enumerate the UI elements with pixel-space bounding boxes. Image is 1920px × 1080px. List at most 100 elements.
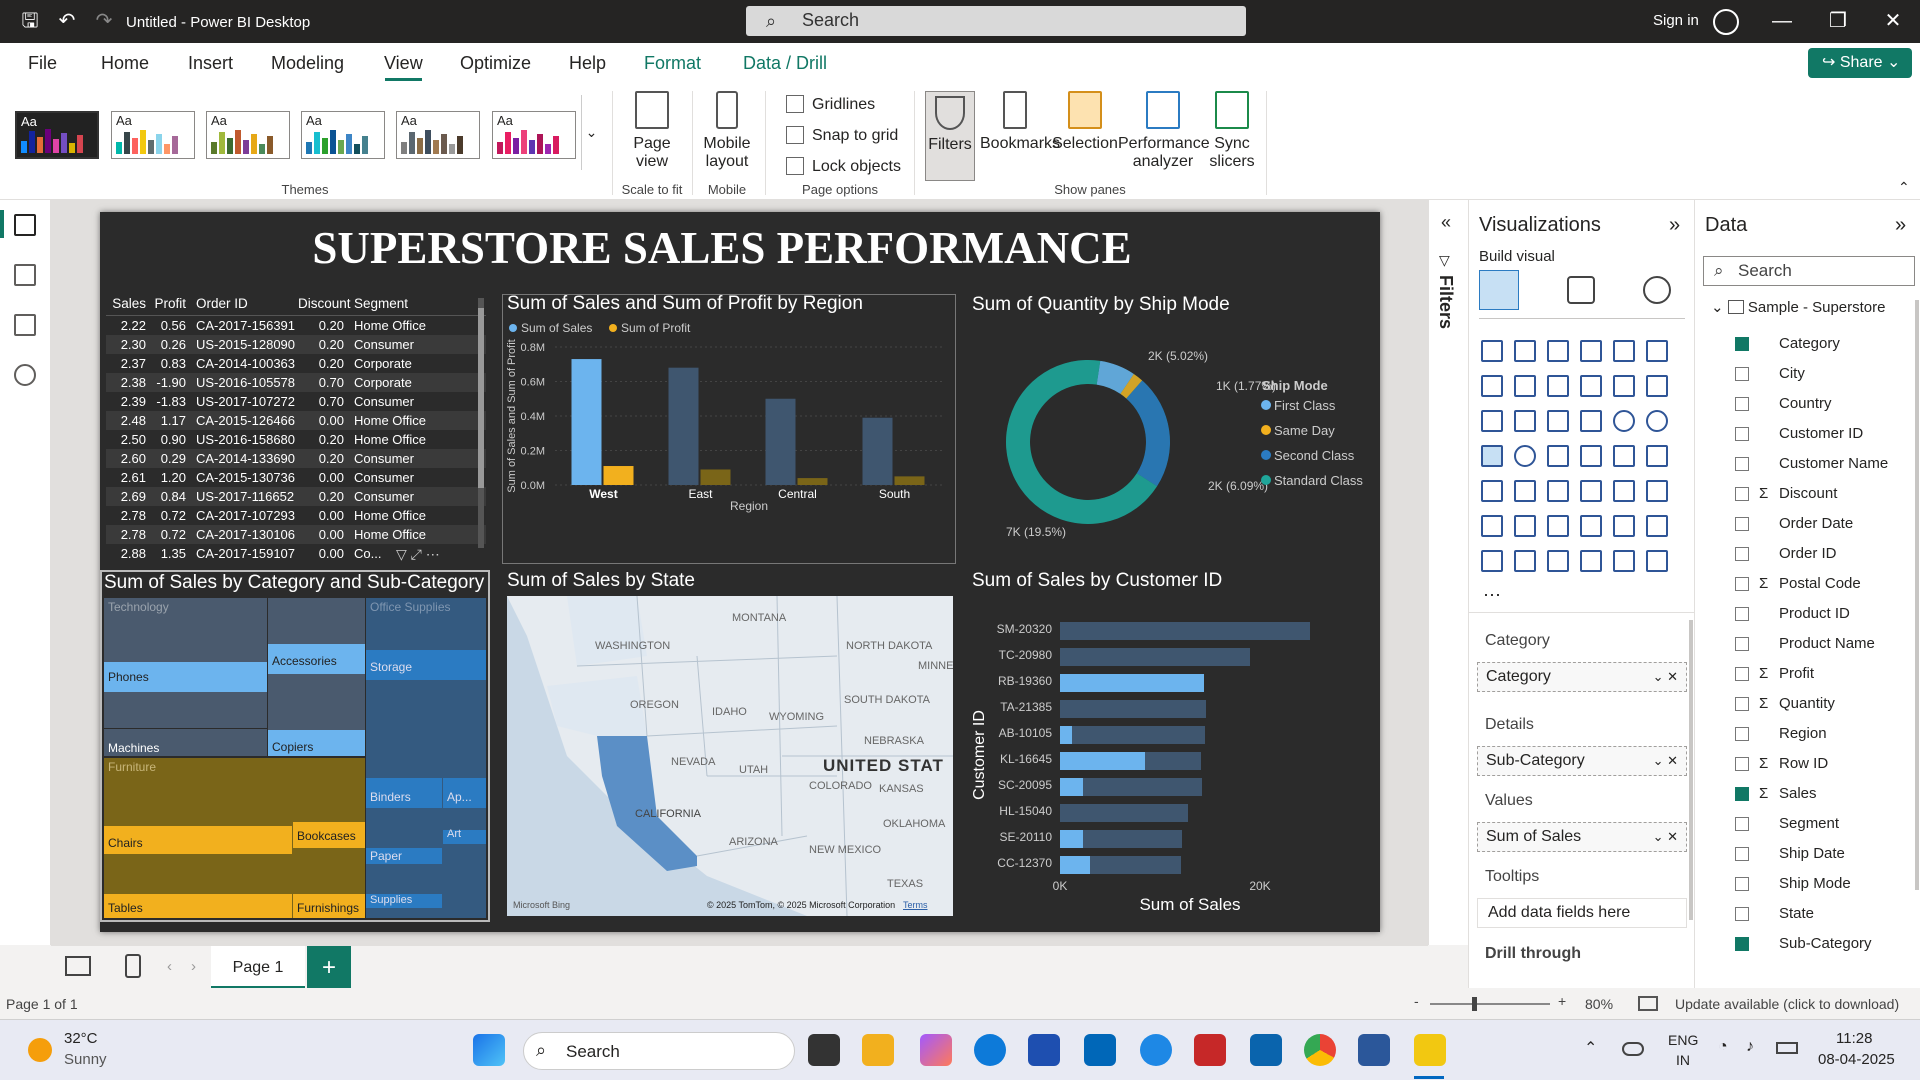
page-tab-1[interactable]: Page 1 — [211, 946, 305, 989]
chrome-icon[interactable] — [1304, 1034, 1336, 1066]
field-checkbox[interactable] — [1735, 487, 1749, 501]
diamond-icon[interactable] — [1613, 550, 1635, 572]
treemap-cell-copiers[interactable]: Copiers — [268, 730, 365, 756]
maximize-icon[interactable]: ❐ — [1818, 8, 1858, 34]
field-checkbox[interactable] — [1735, 577, 1749, 591]
paginated-icon[interactable] — [1481, 550, 1503, 572]
table-row[interactable]: 2.60 0.29 CA-2014-133690 0.20 Consumer — [106, 449, 486, 468]
menu-modeling[interactable]: Modeling — [271, 53, 344, 74]
theme-4[interactable]: Aa — [301, 111, 385, 159]
stacked-area-icon[interactable] — [1547, 375, 1569, 397]
line-column-icon[interactable] — [1613, 375, 1635, 397]
ship-mode-donut[interactable]: Sum of Quantity by Ship Mode 2K (5.02%) 1… — [970, 294, 1390, 564]
field-checkbox[interactable] — [1735, 817, 1749, 831]
collapse-visualizations-icon[interactable]: » — [1669, 214, 1680, 237]
line-chart-icon[interactable] — [1481, 375, 1503, 397]
theme-default[interactable]: Aa — [15, 111, 99, 159]
field-checkbox[interactable] — [1735, 337, 1749, 351]
treemap-cell-office-supplies[interactable]: Office Supplies — [366, 598, 486, 918]
dax-query-icon[interactable] — [14, 364, 36, 386]
theme-3[interactable]: Aa — [206, 111, 290, 159]
custom-visual-icon[interactable] — [1580, 550, 1602, 572]
table-row[interactable]: 2.38 -1.90 US-2016-105578 0.70 Corporate — [106, 373, 486, 392]
clock-date[interactable]: 08-04-2025 — [1818, 1051, 1895, 1068]
well-field-values[interactable]: Sum of Sales ⌄ ✕ — [1477, 822, 1687, 852]
customer-bar-chart[interactable]: Sum of Sales by Customer ID SM-20320 TC-2… — [970, 570, 1380, 922]
add-page-button[interactable]: + — [307, 946, 351, 989]
save-icon[interactable]: 🖫 — [18, 9, 42, 33]
close-icon[interactable]: ✕ — [1873, 8, 1913, 34]
page-view-button[interactable]: Page view — [622, 91, 682, 171]
collapse-data-icon[interactable]: » — [1895, 214, 1906, 237]
model-view-icon[interactable] — [14, 314, 36, 336]
more-visuals-icon[interactable]: ⋯ — [1483, 585, 1501, 606]
collapse-ribbon-icon[interactable]: ⌃ — [1898, 179, 1910, 196]
help-icon[interactable] — [1140, 1034, 1172, 1066]
selection-button[interactable]: Selection — [1050, 91, 1120, 153]
cloud-icon[interactable] — [1622, 1042, 1644, 1056]
remove-field-icon[interactable]: ⌄ ✕ — [1653, 663, 1678, 691]
phone-layout-icon[interactable] — [125, 954, 141, 978]
clustered-column-icon[interactable] — [1580, 340, 1602, 362]
field-checkbox[interactable] — [1735, 787, 1749, 801]
minimize-icon[interactable]: — — [1762, 8, 1802, 34]
region-bar-chart[interactable]: Sum of Sales and Sum of Profit by Region… — [502, 293, 956, 564]
col-profit[interactable]: Profit — [146, 296, 186, 315]
pie-icon[interactable] — [1613, 410, 1635, 432]
field-checkbox[interactable] — [1735, 907, 1749, 921]
menu-data-drill[interactable]: Data / Drill — [743, 53, 827, 74]
matrix-icon[interactable] — [1613, 480, 1635, 502]
build-visual-tab[interactable] — [1479, 270, 1519, 310]
field-checkbox[interactable] — [1735, 367, 1749, 381]
gridlines-checkbox[interactable]: Gridlines — [786, 95, 875, 114]
treemap-cell-tables[interactable]: Tables — [104, 894, 292, 918]
100-column-icon[interactable] — [1646, 340, 1668, 362]
mcafee-icon[interactable] — [1194, 1034, 1226, 1066]
stacked-column-icon[interactable] — [1514, 340, 1536, 362]
clock-time[interactable]: 11:28 — [1836, 1030, 1872, 1047]
table-row[interactable]: 2.37 0.83 CA-2014-100363 0.20 Corporate — [106, 354, 486, 373]
funnel-icon[interactable] — [1547, 410, 1569, 432]
theme-5[interactable]: Aa — [396, 111, 480, 159]
format-visual-tab[interactable] — [1567, 276, 1595, 304]
performance-analyzer-button[interactable]: Performance analyzer — [1118, 91, 1210, 171]
tooltips-drop-zone[interactable]: Add data fields here — [1477, 898, 1687, 928]
menu-view[interactable]: View — [384, 53, 423, 74]
zoom-slider[interactable] — [1430, 997, 1550, 1011]
power-apps-icon[interactable] — [1514, 550, 1536, 572]
map-canvas[interactable]: WASHINGTON MONTANA NORTH DAKOTA MINNES O… — [507, 596, 953, 916]
global-search[interactable]: ⌕ Search — [746, 6, 1246, 36]
menu-optimize[interactable]: Optimize — [460, 53, 531, 74]
details-table[interactable]: Sales Profit Order ID Discount Segment 2… — [106, 296, 486, 558]
share-button[interactable]: ↪ Share ⌄ — [1808, 48, 1912, 78]
field-checkbox[interactable] — [1735, 517, 1749, 531]
table-row[interactable]: 2.50 0.90 US-2016-158680 0.20 Home Office — [106, 430, 486, 449]
table-row[interactable]: 2.22 0.56 CA-2017-156391 0.20 Home Office — [106, 316, 486, 335]
copilot-icon[interactable] — [920, 1034, 952, 1066]
remove-field-icon[interactable]: ⌄ ✕ — [1653, 747, 1678, 775]
treemap-icon[interactable] — [1481, 445, 1503, 467]
store-icon[interactable] — [1028, 1034, 1060, 1066]
line-clustered-icon[interactable] — [1646, 375, 1668, 397]
snap-to-grid-checkbox[interactable]: Snap to grid — [786, 126, 898, 145]
filters-pane-button[interactable]: Filters — [925, 91, 975, 181]
treemap-cell-appliances[interactable]: Ap... — [443, 778, 486, 808]
treemap-cell-supplies[interactable]: Supplies — [366, 894, 442, 908]
zoom-out-icon[interactable]: - — [1414, 993, 1419, 1009]
table-icon[interactable] — [1580, 480, 1602, 502]
expand-filters-icon[interactable]: « — [1441, 212, 1451, 233]
table-row[interactable]: 2.48 1.17 CA-2015-126466 0.00 Home Office — [106, 411, 486, 430]
stacked-bar-icon[interactable] — [1481, 340, 1503, 362]
slicer-icon[interactable] — [1547, 480, 1569, 502]
donut-icon[interactable] — [1646, 410, 1668, 432]
undo-icon[interactable]: ↶ — [55, 9, 79, 33]
col-sales[interactable]: Sales — [106, 296, 146, 315]
bookmarks-button[interactable]: Bookmarks — [980, 91, 1060, 153]
category-treemap[interactable]: Sum of Sales by Category and Sub-Categor… — [100, 570, 490, 922]
well-field-details[interactable]: Sub-Category ⌄ ✕ — [1477, 746, 1687, 776]
avatar-icon[interactable] — [1713, 9, 1739, 35]
treemap-cell-art[interactable]: Art — [443, 828, 486, 844]
card-icon[interactable] — [1646, 445, 1668, 467]
themes-expand-icon[interactable]: ⌄ — [581, 95, 601, 170]
report-view-icon[interactable] — [14, 214, 36, 236]
